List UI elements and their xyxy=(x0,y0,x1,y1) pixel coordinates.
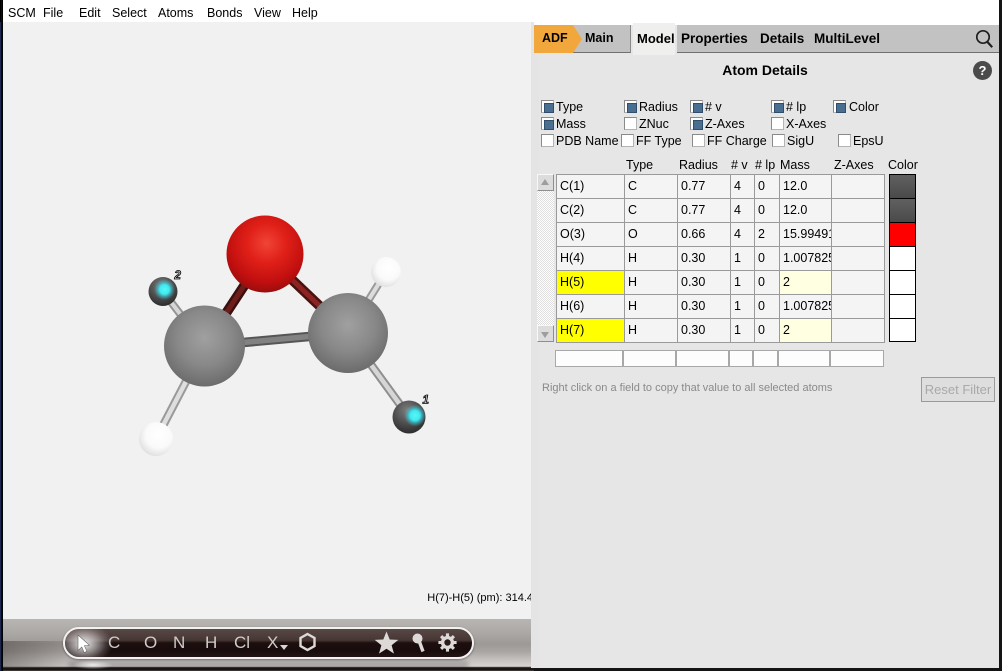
svg-text:1: 1 xyxy=(423,395,429,407)
svg-text:2: 2 xyxy=(174,270,182,282)
